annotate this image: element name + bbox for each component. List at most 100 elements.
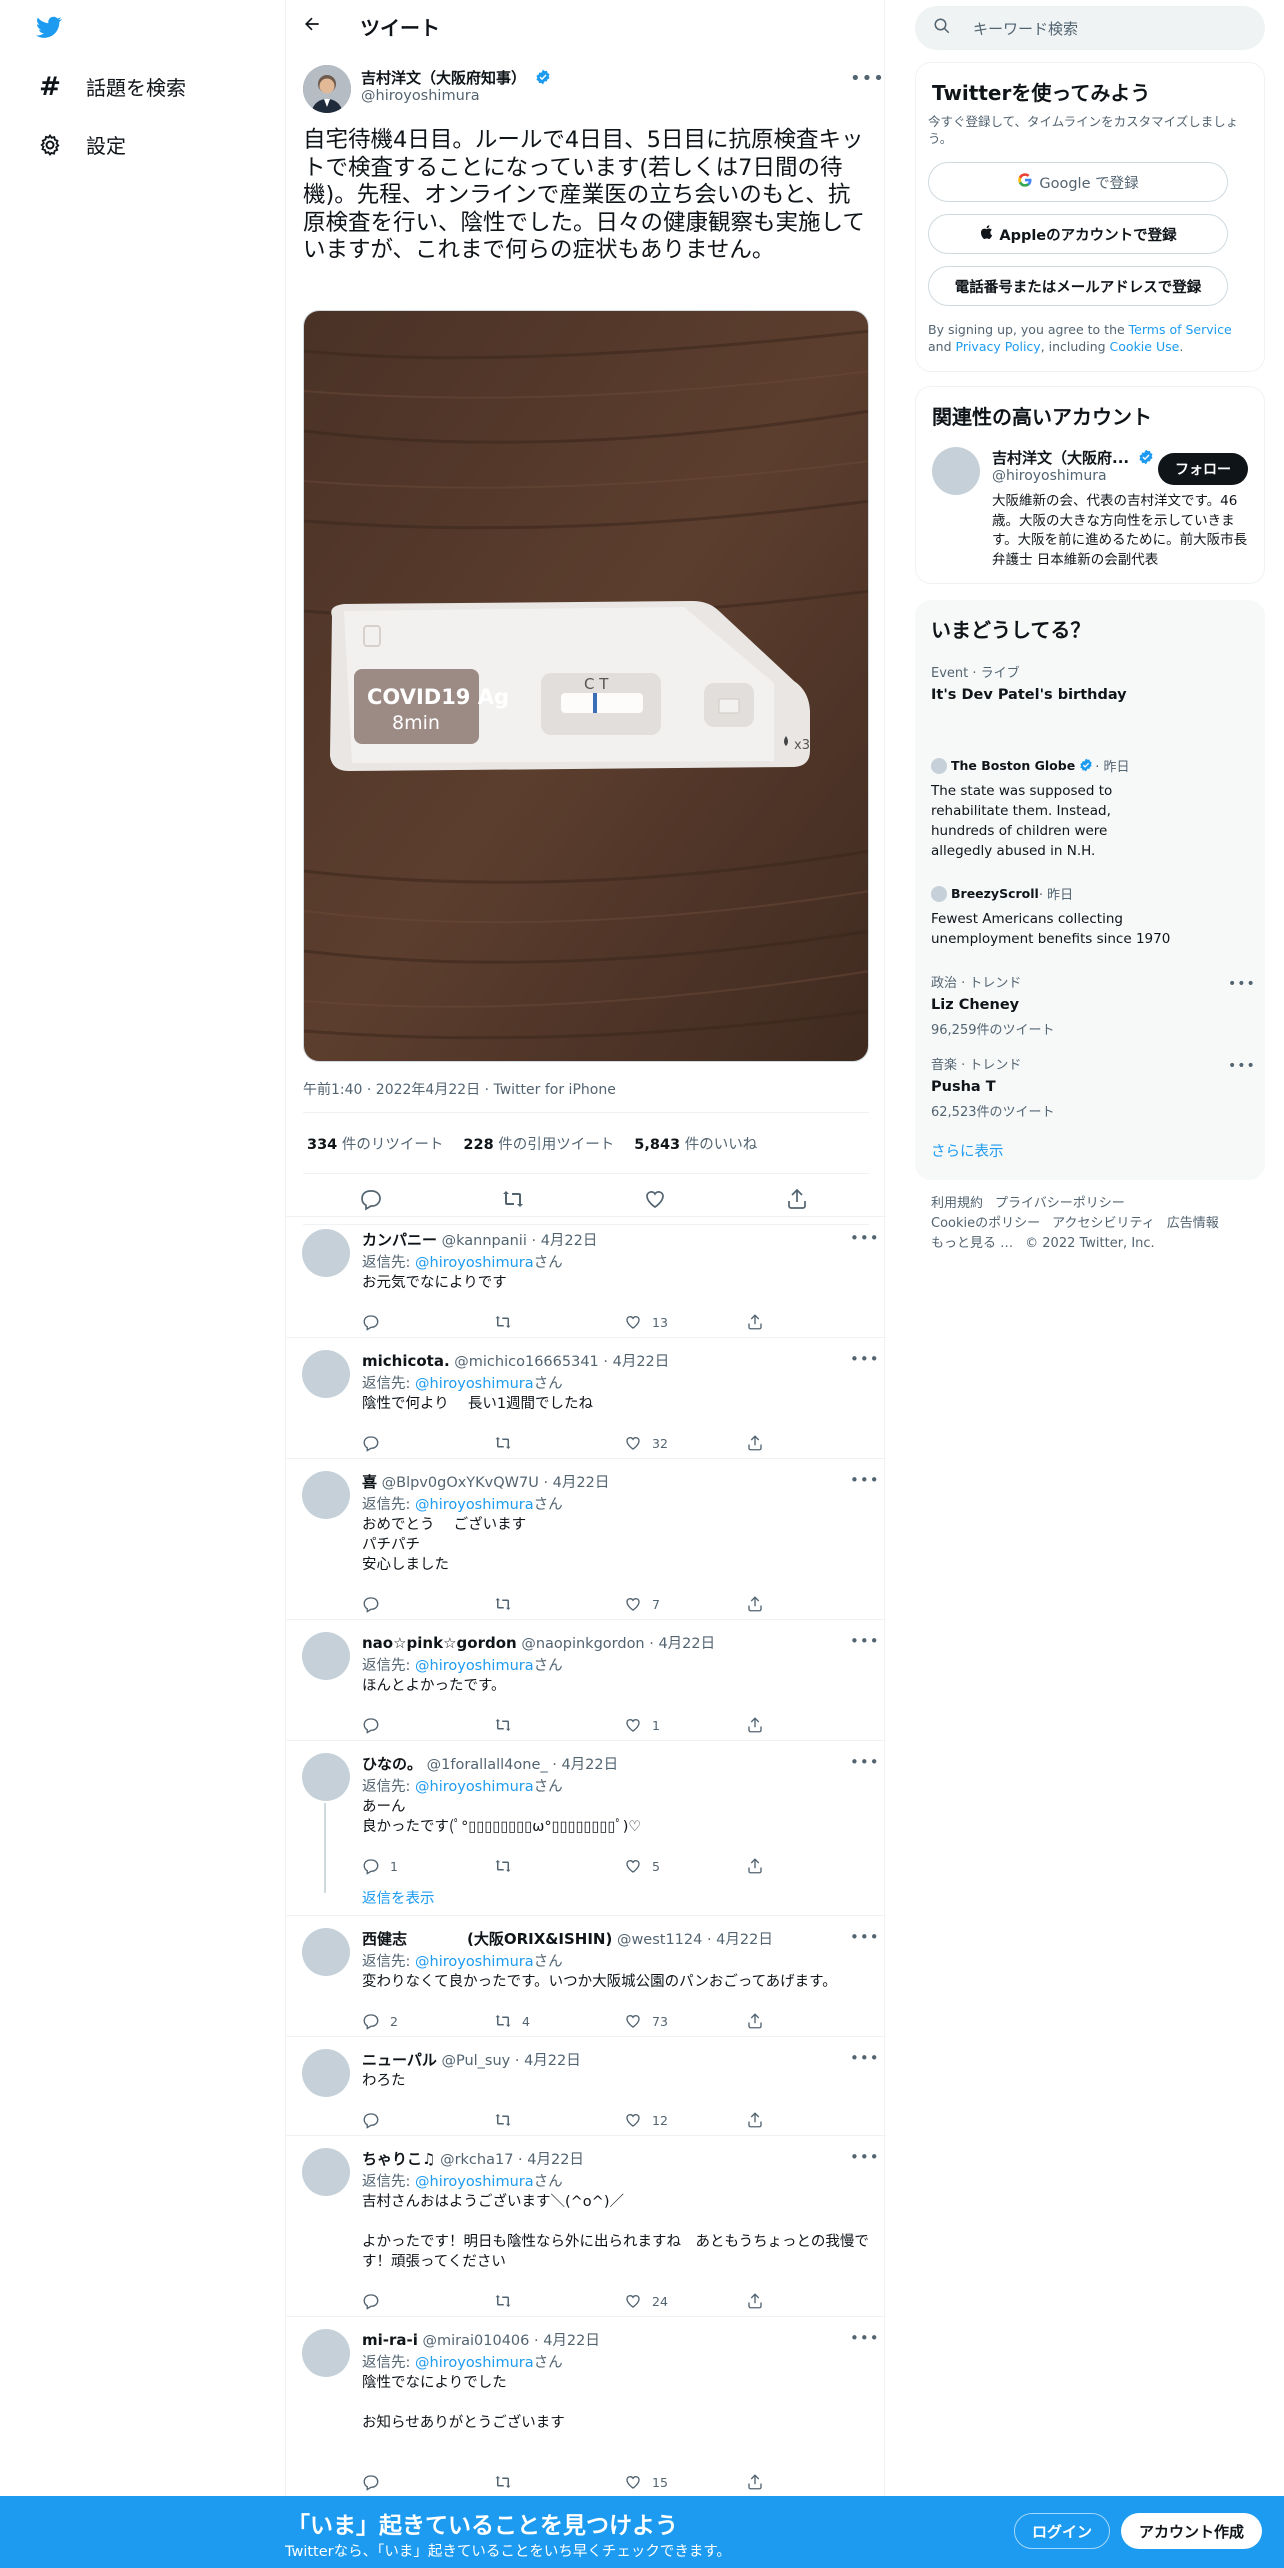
reply-author-name[interactable]: 喜 [362,1473,377,1491]
retweet-icon[interactable] [500,1187,526,1213]
more-icon[interactable]: ••• [850,1229,880,1247]
more-icon[interactable]: ••• [850,1632,880,1650]
quote-count[interactable]: 228 件の引用ツイート [463,1133,614,1154]
share-icon[interactable] [746,1595,774,1613]
reply-author-name[interactable]: nao☆pink☆gordon [362,1634,517,1652]
reply-tweet[interactable]: michicota. @michico16665341 · 4月22日 ••• 返信… [286,1337,886,1457]
avatar[interactable] [302,1350,350,1398]
reply-author-name[interactable]: ひなの。 [362,1755,422,1773]
reply-tweet[interactable]: ちゃりこ♫ @rkcha17 · 4月22日 ••• 返信先: @hiroyoshi… [286,2135,886,2315]
reply-tweet[interactable]: mi-ra-i @mirai010406 · 4月22日 ••• 返信先: @hir… [286,2316,886,2494]
more-icon[interactable]: ••• [850,68,885,89]
reply-icon[interactable] [362,2473,390,2491]
phone-email-signup-button[interactable]: 電話番号またはメールアドレスで登録 [928,266,1228,306]
retweet-count[interactable]: 334 件のリツイート [307,1133,443,1154]
share-icon[interactable] [746,1434,774,1452]
google-signup-button[interactable]: Google で登録 [928,162,1228,202]
reply-icon[interactable] [359,1187,385,1213]
avatar[interactable] [302,1471,350,1519]
like-count[interactable]: 5,843 件のいいね [634,1133,757,1154]
like-icon[interactable]: 13 [624,1313,668,1331]
twitter-logo[interactable] [34,14,64,44]
cookie-link[interactable]: Cookie Use [1110,339,1180,354]
reply-to-link[interactable]: @hiroyoshimura [415,1779,534,1795]
like-icon[interactable]: 73 [624,2012,668,2030]
reply-author-name[interactable]: ちゃりこ♫ [362,2150,435,2168]
like-icon[interactable]: 1 [624,1716,660,1734]
retweet-icon[interactable] [494,1595,522,1613]
reply-author-name[interactable]: ニューパル [362,2051,437,2069]
retweet-icon[interactable] [494,1716,522,1734]
author-line[interactable]: 吉村洋文（大阪府知事） [361,67,551,88]
share-icon[interactable] [785,1187,811,1213]
retweet-icon[interactable] [494,2111,522,2129]
reply-author-name[interactable]: michicota. [362,1352,450,1370]
footer-link[interactable]: 利用規約 [931,1196,983,1211]
retweet-icon[interactable] [494,2292,522,2310]
share-icon[interactable] [746,2111,774,2129]
avatar[interactable] [302,2329,350,2377]
nav-settings[interactable]: 設定 [36,130,126,159]
reply-tweet[interactable]: nao☆pink☆gordon @naopinkgordon · 4月22日 ••… [286,1619,886,1739]
terms-link[interactable]: Terms of Service [1129,322,1232,337]
reply-to-link[interactable]: @hiroyoshimura [415,2174,534,2190]
reply-tweet[interactable]: 喜 @Blpv0gOxYKvQW7U · 4月22日 ••• 返信先: @hiroy… [286,1458,886,1618]
reply-author-name[interactable]: 西健志 (大阪ORIX&ISHIN) [362,1930,612,1948]
more-icon[interactable]: ••• [850,2148,880,2166]
like-icon[interactable]: 24 [624,2292,668,2310]
trend-item[interactable]: The Boston Globe · 昨日 The state was supp… [931,756,1251,861]
back-arrow-icon[interactable] [302,14,326,38]
login-button[interactable]: ログイン [1014,2513,1110,2549]
more-icon[interactable]: ••• [850,1471,880,1489]
footer-link[interactable]: プライバシーポリシー [995,1196,1125,1211]
like-icon[interactable]: 7 [624,1595,660,1613]
share-icon[interactable] [746,1313,774,1331]
reply-tweet[interactable]: 西健志 (大阪ORIX&ISHIN) @west1124 · 4月22日 ••• 返… [286,1915,886,2035]
more-icon[interactable]: ••• [850,1928,880,1946]
trend-item[interactable]: 音楽 · トレンド Pusha T 62,523件のツイート [931,1054,1251,1120]
tweet-photo[interactable]: COVID19 Ag 8min C T x3 [303,310,869,1062]
share-icon[interactable] [746,1857,774,1875]
reply-icon[interactable] [362,2111,390,2129]
like-icon[interactable] [643,1187,669,1213]
reply-icon[interactable] [362,1595,390,1613]
show-more-link[interactable]: さらに表示 [931,1140,1004,1161]
share-icon[interactable] [746,2012,774,2030]
reply-icon[interactable] [362,1716,390,1734]
avatar[interactable] [302,2148,350,2196]
nav-explore[interactable]: # 話題を検索 [36,72,186,102]
retweet-icon[interactable]: 4 [494,2012,530,2030]
trend-more-icon[interactable]: ••• [1228,1058,1256,1074]
like-icon[interactable]: 5 [624,1857,660,1875]
more-icon[interactable]: ••• [850,2329,880,2347]
retweet-icon[interactable] [494,1313,522,1331]
footer-link[interactable]: 広告情報 [1167,1216,1219,1231]
reply-to-link[interactable]: @hiroyoshimura [415,1376,534,1392]
reply-author-name[interactable]: mi-ra-i [362,2331,418,2349]
search-input[interactable]: キーワード検索 [973,18,1078,39]
reply-icon[interactable] [362,2292,390,2310]
reply-icon[interactable] [362,1313,390,1331]
more-icon[interactable]: ••• [850,1753,880,1771]
search-box[interactable]: キーワード検索 [915,6,1265,50]
more-icon[interactable]: ••• [850,1350,880,1368]
trend-item[interactable]: Event · ライブ It's Dev Patel's birthday [931,662,1251,705]
reply-author-name[interactable]: カンパニー [362,1231,437,1249]
share-icon[interactable] [746,2292,774,2310]
avatar[interactable] [302,1632,350,1680]
trend-more-icon[interactable]: ••• [1228,976,1256,992]
privacy-link[interactable]: Privacy Policy [956,339,1041,354]
signup-button[interactable]: アカウント作成 [1121,2513,1262,2549]
reply-to-link[interactable]: @hiroyoshimura [415,1658,534,1674]
more-icon[interactable]: ••• [850,2049,880,2067]
like-icon[interactable]: 15 [624,2473,668,2491]
retweet-icon[interactable] [494,1434,522,1452]
avatar[interactable] [302,1928,350,1976]
retweet-icon[interactable] [494,2473,522,2491]
reply-to-link[interactable]: @hiroyoshimura [415,1497,534,1513]
like-icon[interactable]: 12 [624,2111,668,2129]
show-replies-link[interactable]: 返信を表示 [362,1887,435,1908]
related-name-line[interactable]: 吉村洋文（大阪府... [992,447,1154,468]
share-icon[interactable] [746,1716,774,1734]
avatar[interactable] [302,1753,350,1801]
